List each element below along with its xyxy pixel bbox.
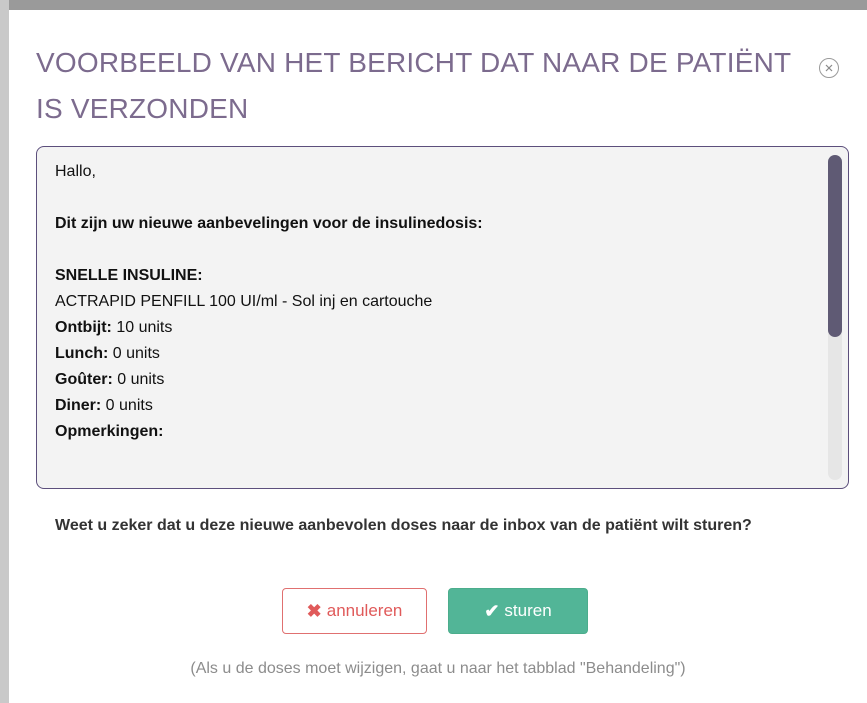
message-greeting: Hallo,	[55, 163, 96, 180]
remarks-label: Opmerkingen:	[55, 423, 164, 440]
preview-modal: VOORBEELD VAN HET BERICHT DAT NAAR DE PA…	[9, 10, 867, 703]
dose-row-breakfast: Ontbijt: 10 units	[55, 319, 173, 336]
close-button[interactable]	[819, 58, 839, 78]
modal-title: VOORBEELD VAN HET BERICHT DAT NAAR DE PA…	[36, 47, 791, 124]
confirm-question: Weet u zeker dat u deze nieuwe aanbevole…	[55, 517, 752, 534]
medication-name: ACTRAPID PENFILL 100 UI/ml - Sol inj en …	[55, 293, 433, 310]
section-heading: SNELLE INSULINE:	[55, 267, 203, 284]
send-button-label: sturen	[504, 601, 552, 620]
message-intro: Dit zijn uw nieuwe aanbevelingen voor de…	[55, 215, 483, 232]
edit-hint: (Als u de doses moet wijzigen, gaat u na…	[190, 660, 686, 677]
checkmark-icon: ✔	[484, 600, 500, 621]
page: VOORBEELD VAN HET BERICHT DAT NAAR DE PA…	[0, 0, 867, 703]
dose-row-snack: Goûter: 0 units	[55, 371, 165, 388]
x-icon: ✖	[306, 600, 322, 621]
cancel-button-label: annuleren	[326, 601, 403, 620]
background-page-strip	[0, 0, 867, 10]
cancel-button[interactable]: ✖ annuleren	[282, 588, 427, 634]
message-content: Hallo, Dit zijn uw nieuwe aanbevelingen …	[55, 159, 815, 445]
message-preview-box[interactable]: Hallo, Dit zijn uw nieuwe aanbevelingen …	[36, 146, 849, 489]
send-button[interactable]: ✔ sturen	[448, 588, 588, 634]
dose-row-dinner: Diner: 0 units	[55, 397, 153, 414]
close-icon	[825, 64, 833, 72]
dose-row-lunch: Lunch: 0 units	[55, 345, 160, 362]
background-page-edge	[0, 0, 9, 703]
scrollbar-thumb[interactable]	[828, 155, 842, 337]
